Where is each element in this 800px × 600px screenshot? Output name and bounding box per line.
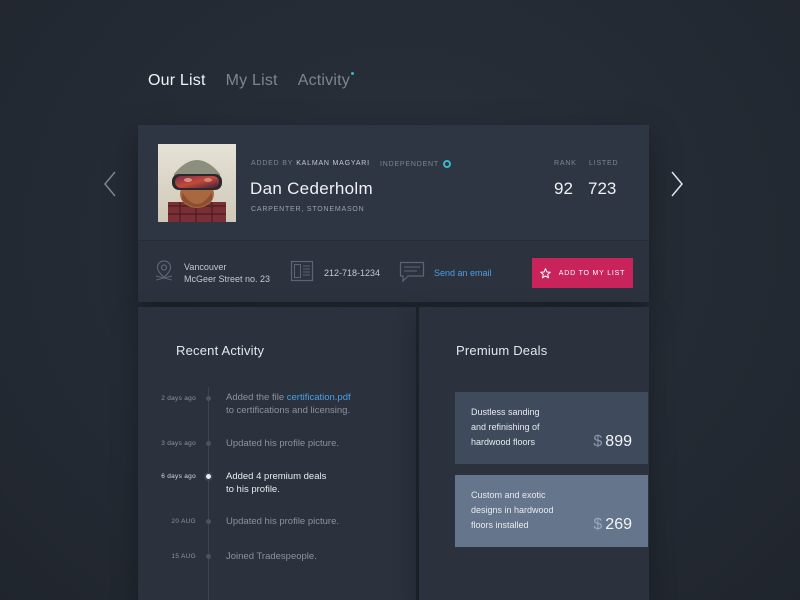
profile-card: ADDED BY KALMAN MAGYARI INDEPENDENT Dan …: [138, 125, 649, 302]
profile-header: ADDED BY KALMAN MAGYARI INDEPENDENT Dan …: [138, 125, 649, 241]
tab-my-list[interactable]: My List: [226, 72, 278, 90]
send-email-link[interactable]: Send an email: [434, 267, 492, 279]
activity-text: Added the file: [226, 392, 287, 403]
added-by-name[interactable]: KALMAN MAGYARI: [296, 160, 370, 167]
activity-item: Updated his profile picture.: [226, 516, 340, 527]
deal-description: Custom and exotic designs in hardwood fl…: [471, 488, 554, 533]
rank-label: RANK: [554, 160, 577, 167]
phone-card-icon: [290, 260, 314, 282]
deal-price: $269: [593, 516, 632, 534]
add-to-my-list-button[interactable]: ADD TO MY LIST: [532, 258, 633, 288]
timeline-dot: [206, 554, 211, 559]
activity-text: Added 4 premium deals: [226, 471, 327, 482]
chevron-right-icon[interactable]: [670, 170, 684, 198]
deal-price-value: 899: [605, 433, 632, 450]
deal-card[interactable]: Dustless sanding and refinishing of hard…: [455, 392, 648, 464]
deal-line: floors installed: [471, 520, 529, 530]
activity-date: 2 days ago: [161, 395, 196, 402]
currency-symbol: $: [593, 433, 603, 450]
premium-deals-title: Premium Deals: [456, 343, 548, 358]
recent-activity-title: Recent Activity: [176, 343, 265, 358]
tab-activity[interactable]: Activity: [297, 72, 354, 90]
deal-description: Dustless sanding and refinishing of hard…: [471, 405, 540, 450]
timeline-dot: [206, 396, 211, 401]
timeline-line: [208, 387, 209, 600]
add-to-my-list-label: ADD TO MY LIST: [558, 269, 626, 277]
avatar: [158, 144, 236, 222]
activity-item: Updated his profile picture.: [226, 438, 340, 449]
activity-item-active: Added 4 premium deals to his profile.: [226, 470, 326, 496]
timeline-dot-active: [206, 474, 211, 479]
timeline-dot: [206, 441, 211, 446]
listed-label: LISTED: [589, 160, 619, 167]
chevron-left-icon[interactable]: [103, 170, 117, 198]
tab-activity-label: Activity: [297, 72, 350, 89]
notification-dot: [350, 72, 354, 75]
chat-bubble-icon: [399, 261, 425, 283]
map-pin-icon: [155, 260, 173, 281]
added-by: ADDED BY KALMAN MAGYARI: [251, 160, 370, 167]
currency-symbol: $: [593, 516, 603, 533]
listed-value: 723: [588, 179, 617, 198]
deal-line: and refinishing of: [471, 422, 540, 432]
profile-roles: CARPENTER, STONEMASON: [251, 206, 365, 213]
star-icon: [539, 267, 551, 278]
activity-item: Added the file certification.pdf to cert…: [226, 391, 351, 417]
added-by-label: ADDED BY: [251, 160, 294, 167]
activity-text-continued: to certifications and licensing.: [226, 405, 351, 416]
deal-line: designs in hardwood: [471, 505, 554, 515]
activity-date: 15 AUG: [171, 553, 196, 560]
activity-item: Joined Tradespeople.: [226, 551, 317, 562]
deal-price: $899: [593, 433, 632, 451]
address-city: Vancouver: [184, 262, 227, 272]
file-link[interactable]: certification.pdf: [287, 392, 351, 403]
deal-line: Dustless sanding: [471, 407, 540, 417]
premium-deals-panel: Premium Deals Dustless sanding and refin…: [419, 307, 649, 600]
activity-date: 20 AUG: [171, 518, 196, 525]
activity-date: 6 days ago: [161, 473, 196, 480]
rank-value: 92: [554, 179, 573, 198]
deal-price-value: 269: [605, 516, 632, 533]
address: Vancouver McGeer Street no. 23: [184, 261, 270, 285]
deal-card[interactable]: Custom and exotic designs in hardwood fl…: [455, 475, 648, 547]
profile-contact-bar: Vancouver McGeer Street no. 23 212-718-1…: [138, 241, 649, 302]
status-badge: INDEPENDENT: [380, 160, 451, 168]
activity-text-continued: to his profile.: [226, 484, 280, 495]
deal-line: hardwood floors: [471, 437, 536, 447]
nav-tabs: Our List My List Activity: [148, 72, 354, 90]
status-indicator-icon: [442, 160, 451, 168]
timeline-dot: [206, 519, 211, 524]
status-label: INDEPENDENT: [380, 160, 439, 168]
phone-number[interactable]: 212-718-1234: [324, 267, 380, 279]
deal-line: Custom and exotic: [471, 490, 546, 500]
tab-our-list[interactable]: Our List: [148, 72, 206, 90]
activity-date: 3 days ago: [161, 440, 196, 447]
address-street: McGeer Street no. 23: [184, 274, 271, 284]
recent-activity-panel: Recent Activity 2 days ago Added the fil…: [138, 307, 416, 600]
profile-name: Dan Cederholm: [250, 179, 373, 198]
